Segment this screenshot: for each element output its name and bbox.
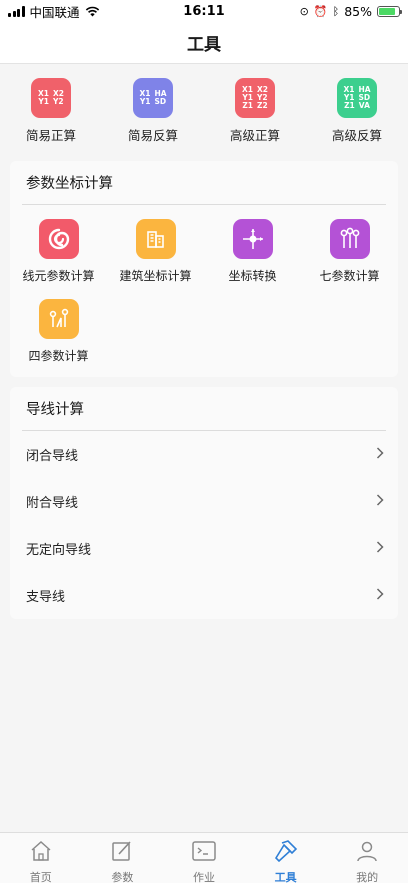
- status-bar: 中国联通 16:11 ⊙ ⏰ ᛒ 85%: [0, 0, 408, 22]
- traverse-item-label: 闭合导线: [26, 449, 79, 464]
- param-tool-3[interactable]: 七参数计算: [301, 219, 398, 299]
- user-icon: [355, 840, 379, 866]
- pins-small-icon: [38, 299, 79, 339]
- bluetooth-icon: ᛒ: [332, 4, 340, 18]
- carrier-label: 中国联通: [29, 4, 80, 20]
- traverse-item-label: 无定向导线: [26, 543, 92, 558]
- quick-tool-label: 高级正算: [229, 128, 280, 143]
- quick-tool-2[interactable]: X1 X2 Y1 Y2 Z1 Z2 高级正算: [210, 78, 300, 144]
- rotation-lock-icon: ⊙: [299, 4, 309, 18]
- param-tool-4[interactable]: 四参数计算: [10, 299, 107, 379]
- tab-bar: 首页 参数 作业 工具 我的: [0, 832, 408, 883]
- traverse-item-0[interactable]: 闭合导线: [26, 431, 386, 478]
- tab-4[interactable]: 我的: [332, 840, 402, 883]
- chevron-right-icon: [374, 493, 386, 510]
- param-tool-label: 建筑坐标计算: [119, 269, 192, 283]
- edit-icon: [110, 840, 134, 866]
- traverse-list: 闭合导线附合导线无定向导线支导线: [10, 431, 398, 619]
- hammer-icon: [274, 840, 298, 866]
- signal-icon: [8, 5, 25, 17]
- home-icon: [29, 840, 53, 866]
- pins-icon: [329, 219, 370, 259]
- battery-icon: [377, 5, 402, 17]
- tab-label: 作业: [192, 871, 215, 883]
- calc-formula-icon: X1 X2 Y1 Y2: [31, 78, 71, 118]
- spiral-icon: [38, 219, 79, 259]
- calc-formula-icon: X1 HA Y1 SD Z1 VA: [337, 78, 377, 118]
- param-tool-0[interactable]: 线元参数计算: [10, 219, 107, 299]
- alarm-icon: ⏰: [313, 4, 328, 18]
- quick-tool-1[interactable]: X1 HA Y1 SD 简易反算: [108, 78, 198, 144]
- quick-tool-label: 简易反算: [127, 128, 178, 143]
- crosshair-icon: [232, 219, 273, 259]
- param-section-card: 参数坐标计算 线元参数计算 建筑坐标计算 坐标转换 七参数计算四参数计算: [10, 161, 398, 377]
- building-icon: [135, 219, 176, 259]
- param-tool-label: 四参数计算: [28, 349, 89, 363]
- nav-bar: 工具: [0, 22, 408, 64]
- quick-tool-label: 高级反算: [331, 128, 382, 143]
- wifi-icon: [85, 6, 99, 16]
- calc-formula-icon: X1 HA Y1 SD: [133, 78, 173, 118]
- param-tool-2[interactable]: 坐标转换: [204, 219, 301, 299]
- tab-2[interactable]: 作业: [169, 840, 239, 883]
- quick-tools-row: X1 X2 Y1 Y2 简易正算 X1 HA Y1 SD 简易反算 X1 X2 Y1 Y2 Z1 Z2 高级正算…: [0, 64, 408, 152]
- quick-tool-3[interactable]: X1 HA Y1 SD Z1 VA 高级反算: [312, 78, 402, 144]
- tab-label: 我的: [356, 871, 379, 883]
- traverse-item-1[interactable]: 附合导线: [26, 478, 386, 525]
- battery-percent: 85%: [344, 3, 372, 19]
- param-tool-label: 七参数计算: [319, 269, 380, 283]
- tab-3[interactable]: 工具: [251, 840, 321, 883]
- tab-1[interactable]: 参数: [87, 840, 157, 883]
- calc-formula-icon: X1 X2 Y1 Y2 Z1 Z2: [235, 78, 275, 118]
- page-title: 工具: [187, 35, 221, 55]
- tab-0[interactable]: 首页: [6, 840, 76, 883]
- tab-label: 工具: [274, 871, 297, 883]
- tab-label: 首页: [29, 871, 52, 883]
- chevron-right-icon: [374, 446, 386, 463]
- terminal-icon: [191, 840, 217, 866]
- traverse-item-3[interactable]: 支导线: [26, 572, 386, 619]
- quick-tool-label: 简易正算: [25, 128, 76, 143]
- traverse-section-title: 导线计算: [22, 387, 386, 431]
- param-section-title: 参数坐标计算: [22, 161, 386, 205]
- chevron-right-icon: [374, 540, 386, 557]
- chevron-right-icon: [374, 587, 386, 604]
- param-grid: 线元参数计算 建筑坐标计算 坐标转换 七参数计算四参数计算: [10, 205, 398, 379]
- quick-tool-0[interactable]: X1 X2 Y1 Y2 简易正算: [6, 78, 96, 144]
- param-tool-1[interactable]: 建筑坐标计算: [107, 219, 204, 299]
- param-tool-label: 线元参数计算: [22, 269, 95, 283]
- param-tool-label: 坐标转换: [228, 269, 277, 283]
- traverse-item-2[interactable]: 无定向导线: [26, 525, 386, 572]
- traverse-section-card: 导线计算 闭合导线附合导线无定向导线支导线: [10, 387, 398, 619]
- traverse-item-label: 支导线: [26, 590, 66, 605]
- traverse-item-label: 附合导线: [26, 496, 79, 511]
- tab-label: 参数: [111, 871, 134, 883]
